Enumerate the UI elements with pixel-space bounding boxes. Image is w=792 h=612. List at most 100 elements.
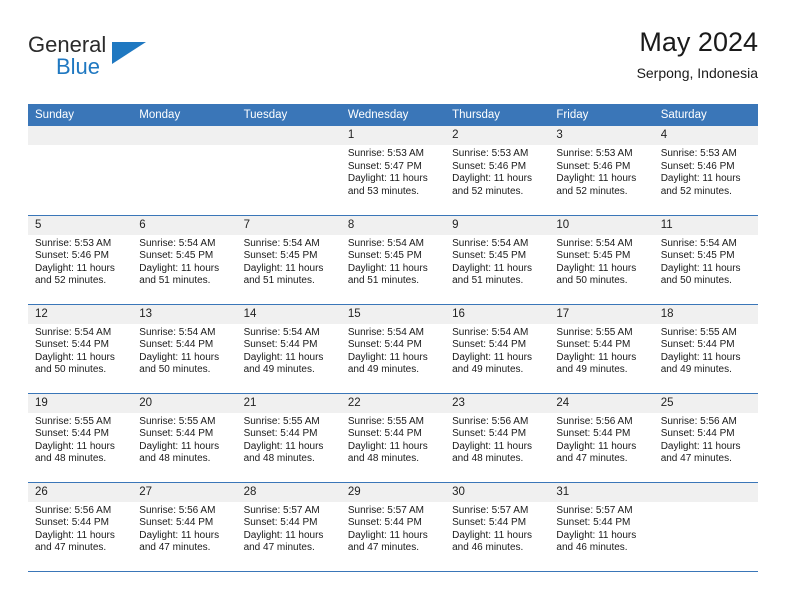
- sunset-text: Sunset: 5:44 PM: [35, 517, 109, 529]
- sunrise-text: Sunrise: 5:55 AM: [139, 415, 216, 427]
- calendar-day-cell[interactable]: 16 Sunrise: 5:54 AM Sunset: 5:44 PM Dayligh…: [445, 304, 550, 394]
- day-info: Sunrise: 5:57 AM Sunset: 5:44 PM Daylight:…: [445, 502, 549, 555]
- calendar-day-cell[interactable]: 30 Sunrise: 5:57 AM Sunset: 5:44 PM Dayligh…: [445, 482, 550, 572]
- general-blue-logo[interactable]: General Blue: [28, 32, 158, 88]
- calendar-day-cell[interactable]: 20 Sunrise: 5:55 AM Sunset: 5:44 PM Dayligh…: [132, 393, 237, 483]
- sunset-text: Sunset: 5:47 PM: [347, 160, 422, 172]
- daylight-text-line1: Daylight: 11 hours: [347, 351, 428, 363]
- sunrise-text: Sunrise: 5:53 AM: [660, 148, 737, 159]
- calendar-day-cell[interactable]: 26 Sunrise: 5:56 AM Sunset: 5:44 PM Dayligh…: [28, 482, 133, 572]
- sunrise-text: Sunrise: 5:54 AM: [139, 237, 216, 249]
- calendar-day-cell[interactable]: 19 Sunrise: 5:55 AM Sunset: 5:44 PM Dayligh…: [28, 393, 133, 483]
- calendar-day-cell[interactable]: 23 Sunrise: 5:56 AM Sunset: 5:44 PM Dayligh…: [445, 393, 550, 483]
- calendar-day-cell[interactable]: 29 Sunrise: 5:57 AM Sunset: 5:44 PM Dayligh…: [340, 482, 446, 572]
- daylight-text-line2: and 50 minutes.: [35, 364, 107, 376]
- calendar-day-cell[interactable]: 25 Sunrise: 5:56 AM Sunset: 5:44 PM Dayligh…: [653, 393, 758, 483]
- calendar-day-cell[interactable]: 7 Sunrise: 5:54 AM Sunset: 5:45 PM Daylight…: [236, 215, 341, 305]
- daylight-text-line1: Daylight: 11 hours: [556, 173, 637, 185]
- calendar-day-cell[interactable]: 2 Sunrise: 5:53 AM Sunset: 5:46 PM Daylight…: [445, 126, 550, 216]
- calendar-day-cell[interactable]: 14 Sunrise: 5:54 AM Sunset: 5:44 PM Dayligh…: [236, 304, 341, 394]
- daylight-text-line1: Daylight: 11 hours: [452, 351, 532, 363]
- daylight-text-line2: and 52 minutes.: [660, 185, 732, 197]
- weekday-header-thursday: Thursday: [445, 104, 550, 126]
- daylight-text-line1: Daylight: 11 hours: [660, 351, 741, 363]
- sunset-text: Sunset: 5:44 PM: [347, 428, 422, 440]
- day-number: 14: [236, 304, 341, 324]
- day-number: 26: [28, 482, 133, 502]
- day-info: Sunrise: 5:54 AM Sunset: 5:44 PM Daylight:…: [341, 324, 445, 377]
- day-info: Sunrise: 5:56 AM Sunset: 5:44 PM Daylight:…: [132, 502, 236, 555]
- calendar-week-row: 12 Sunrise: 5:54 AM Sunset: 5:44 PM Dayligh…: [28, 304, 758, 394]
- calendar-day-cell[interactable]: 31 Sunrise: 5:57 AM Sunset: 5:44 PM Dayligh…: [549, 482, 654, 572]
- sunrise-text: Sunrise: 5:57 AM: [556, 504, 633, 516]
- calendar-day-cell[interactable]: 27 Sunrise: 5:56 AM Sunset: 5:44 PM Dayligh…: [132, 482, 237, 572]
- calendar-body: 1 Sunrise: 5:53 AM Sunset: 5:47 PM Daylight…: [28, 126, 758, 572]
- sunrise-text: Sunrise: 5:56 AM: [139, 504, 216, 516]
- day-number: 8: [340, 215, 446, 235]
- daylight-text-line2: and 51 minutes.: [452, 275, 524, 287]
- calendar-day-cell[interactable]: 12 Sunrise: 5:54 AM Sunset: 5:44 PM Dayligh…: [28, 304, 133, 394]
- calendar-page: General Blue May 2024 Serpong, Indonesia…: [0, 0, 792, 612]
- triangle-icon: [112, 42, 146, 64]
- day-number: 10: [549, 215, 654, 235]
- calendar-day-cell[interactable]: 24 Sunrise: 5:56 AM Sunset: 5:44 PM Dayligh…: [549, 393, 654, 483]
- daylight-text-line1: Daylight: 11 hours: [452, 173, 532, 185]
- calendar-day-cell[interactable]: 3 Sunrise: 5:53 AM Sunset: 5:46 PM Daylight…: [549, 126, 654, 216]
- day-number: 24: [549, 393, 654, 413]
- calendar-day-cell[interactable]: 10 Sunrise: 5:54 AM Sunset: 5:45 PM Dayligh…: [549, 215, 654, 305]
- day-number: 27: [132, 482, 237, 502]
- weekday-header-friday: Friday: [549, 104, 654, 126]
- calendar-day-cell[interactable]: 17 Sunrise: 5:55 AM Sunset: 5:44 PM Dayligh…: [549, 304, 654, 394]
- sunrise-text: Sunrise: 5:56 AM: [35, 504, 112, 516]
- daylight-text-line2: and 48 minutes.: [347, 453, 420, 465]
- day-number: 18: [653, 304, 758, 324]
- calendar-day-cell[interactable]: 18 Sunrise: 5:55 AM Sunset: 5:44 PM Dayligh…: [653, 304, 758, 394]
- calendar-day-cell[interactable]: 6 Sunrise: 5:54 AM Sunset: 5:45 PM Daylight…: [132, 215, 237, 305]
- daylight-text-line2: and 47 minutes.: [556, 453, 628, 465]
- sunset-text: Sunset: 5:46 PM: [556, 160, 631, 172]
- page-header: General Blue May 2024 Serpong, Indonesia: [28, 26, 758, 96]
- day-info: Sunrise: 5:57 AM Sunset: 5:44 PM Daylight:…: [341, 502, 445, 555]
- day-info: Sunrise: 5:54 AM Sunset: 5:45 PM Daylight:…: [549, 235, 653, 288]
- sunset-text: Sunset: 5:44 PM: [139, 517, 214, 529]
- daylight-text-line1: Daylight: 11 hours: [660, 262, 741, 274]
- day-number: 9: [445, 215, 550, 235]
- sunrise-text: Sunrise: 5:54 AM: [452, 237, 529, 249]
- sunset-text: Sunset: 5:45 PM: [452, 250, 527, 262]
- sunset-text: Sunset: 5:44 PM: [452, 339, 527, 351]
- calendar-day-cell[interactable]: 8 Sunrise: 5:54 AM Sunset: 5:45 PM Daylight…: [340, 215, 446, 305]
- calendar-day-cell-empty: [28, 126, 133, 216]
- daylight-text-line1: Daylight: 11 hours: [556, 351, 637, 363]
- sunrise-text: Sunrise: 5:55 AM: [556, 326, 633, 338]
- calendar-day-cell[interactable]: 21 Sunrise: 5:55 AM Sunset: 5:44 PM Dayligh…: [236, 393, 341, 483]
- day-number: 2: [445, 126, 550, 145]
- calendar-day-cell[interactable]: 22 Sunrise: 5:55 AM Sunset: 5:44 PM Dayligh…: [340, 393, 446, 483]
- day-number: 4: [653, 126, 758, 145]
- sunset-text: Sunset: 5:46 PM: [452, 160, 527, 172]
- logo-secondary-text: Blue: [56, 54, 101, 79]
- sunrise-text: Sunrise: 5:53 AM: [347, 148, 424, 159]
- calendar-day-cell[interactable]: 4 Sunrise: 5:53 AM Sunset: 5:46 PM Daylight…: [653, 126, 758, 216]
- day-number: 19: [28, 393, 133, 413]
- day-info: Sunrise: 5:54 AM Sunset: 5:45 PM Daylight:…: [445, 235, 549, 288]
- daylight-text-line2: and 51 minutes.: [139, 275, 211, 287]
- calendar-day-cell[interactable]: 11 Sunrise: 5:54 AM Sunset: 5:45 PM Dayligh…: [653, 215, 758, 305]
- sunrise-text: Sunrise: 5:57 AM: [452, 504, 529, 516]
- day-number: [653, 482, 758, 502]
- daylight-text-line1: Daylight: 11 hours: [556, 529, 637, 541]
- day-info: Sunrise: 5:56 AM Sunset: 5:44 PM Daylight:…: [28, 502, 132, 555]
- daylight-text-line2: and 53 minutes.: [347, 185, 420, 197]
- sunrise-text: Sunrise: 5:55 AM: [243, 415, 320, 427]
- calendar-day-cell[interactable]: 5 Sunrise: 5:53 AM Sunset: 5:46 PM Daylight…: [28, 215, 133, 305]
- daylight-text-line2: and 46 minutes.: [556, 542, 628, 554]
- daylight-text-line1: Daylight: 11 hours: [35, 529, 115, 541]
- calendar-day-cell[interactable]: 15 Sunrise: 5:54 AM Sunset: 5:44 PM Dayligh…: [340, 304, 446, 394]
- calendar-day-cell[interactable]: 28 Sunrise: 5:57 AM Sunset: 5:44 PM Dayligh…: [236, 482, 341, 572]
- calendar-day-cell[interactable]: 9 Sunrise: 5:54 AM Sunset: 5:45 PM Daylight…: [445, 215, 550, 305]
- day-info: Sunrise: 5:57 AM Sunset: 5:44 PM Daylight:…: [549, 502, 653, 555]
- daylight-text-line2: and 50 minutes.: [556, 275, 628, 287]
- calendar-day-cell[interactable]: 1 Sunrise: 5:53 AM Sunset: 5:47 PM Daylight…: [340, 126, 446, 216]
- sunset-text: Sunset: 5:45 PM: [243, 250, 318, 262]
- daylight-text-line1: Daylight: 11 hours: [35, 262, 115, 274]
- calendar-day-cell[interactable]: 13 Sunrise: 5:54 AM Sunset: 5:44 PM Dayligh…: [132, 304, 237, 394]
